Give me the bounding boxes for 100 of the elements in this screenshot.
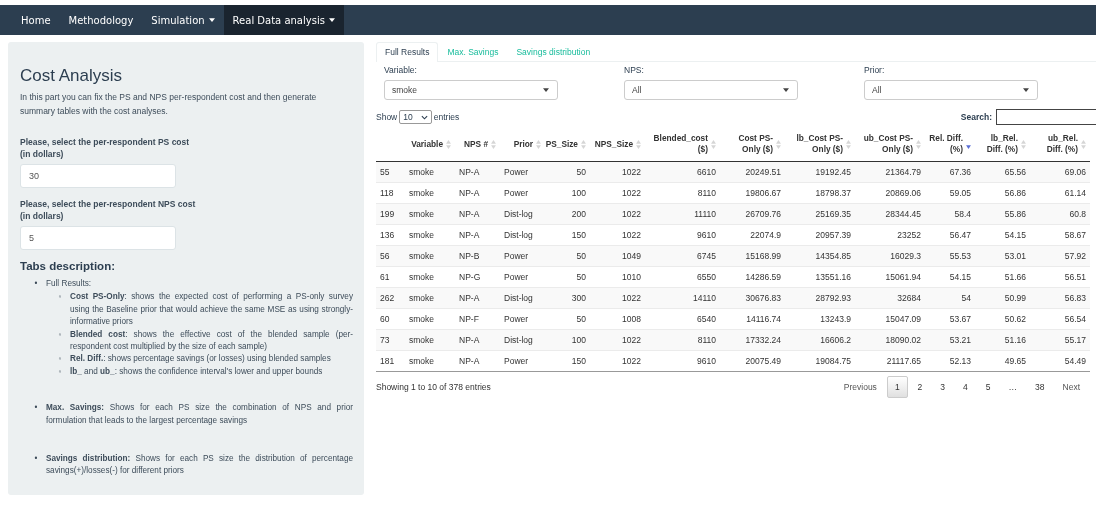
table-cell: smoke [405,203,455,225]
search-label: Search: [960,112,992,122]
page-button[interactable]: 4 [955,376,976,398]
row-label: 181 [376,350,405,372]
table-cell: 15047.09 [855,308,925,330]
page-button[interactable]: 1 [886,376,908,398]
table-cell: 30676.83 [720,287,785,309]
dropdown[interactable]: All [864,80,1038,100]
table-cell: 60.8 [1030,203,1090,225]
table-cell: 58.67 [1030,224,1090,246]
table-cell: 9610 [645,350,720,372]
nav-link[interactable]: Real Data analysis [223,5,344,35]
table-cell: 1022 [590,350,645,372]
nav-link[interactable]: Methodology [59,5,143,35]
bullet-marker: ◦ [57,353,63,366]
table-cell: 22074.9 [720,224,785,246]
bullet-marker: • [33,453,39,466]
table-info: Showing 1 to 10 of 378 entries [376,382,491,392]
table-cell: 1022 [590,203,645,225]
page-button[interactable]: 38 [1027,376,1053,398]
column-header[interactable]: Cost PS-Only ($) [724,133,773,155]
table-cell: 11110 [645,203,720,225]
row-label: 60 [376,308,405,330]
table-cell: 28344.45 [855,203,925,225]
column-header[interactable]: Prior [513,138,533,150]
number-field[interactable]: 5 [20,226,176,250]
table-cell: 54.15 [925,266,975,288]
table-cell: 26709.76 [720,203,785,225]
nav-link[interactable]: Simulation [142,5,224,35]
column-header[interactable]: ub_Cost PS-Only ($) [859,133,913,155]
column-header[interactable]: lb_Cost PS-Only ($) [789,133,843,155]
table-cell: 20249.51 [720,161,785,183]
table-cell: 200 [545,203,590,225]
table-cell: 56.54 [1030,308,1090,330]
column-header[interactable]: lb_Rel. Diff. (%) [979,133,1018,155]
filter-label: NPS: [624,64,645,75]
bullet-marker: ◦ [57,328,63,341]
table-cell: 13551.16 [785,266,855,288]
table-cell: 14286.59 [720,266,785,288]
table-cell: Dist-log [500,329,545,351]
table-cell: smoke [405,329,455,351]
column-header[interactable]: PS_Size [545,138,578,150]
table-cell: 1022 [590,224,645,246]
pagination-link[interactable]: Previous [835,376,885,398]
ellipsis-text[interactable]: … [1000,376,1026,398]
tab[interactable]: Full Results [376,42,439,62]
row-label: 136 [376,224,405,246]
table-cell: 6540 [645,308,720,330]
length-label: Show [376,112,398,122]
table-cell: 51.66 [975,266,1030,288]
search-field[interactable] [996,109,1096,125]
table-cell: 50.62 [975,308,1030,330]
list-text: Max. Savings: Shows for each PS size the combination of NPS and prior formulation that leads to the largest percentage savings [46,402,353,427]
filter-label: Prior: [864,64,886,75]
table-cell: 50 [545,266,590,288]
column-header[interactable]: Rel. Diff. (%) [929,133,963,155]
table-cell: smoke [405,308,455,330]
column-header[interactable]: Variable [411,138,443,150]
row-label: 262 [376,287,405,309]
section-title: Cost Analysis [20,66,124,86]
list-text: Rel. Diff.: shows percentage savings (or losses) using blended samples [70,353,332,366]
table-cell: 53.01 [975,245,1030,267]
table-cell: smoke [405,161,455,183]
table-cell: 32684 [855,287,925,309]
table-cell: 6745 [645,245,720,267]
table-cell: NP-F [455,308,500,330]
page-button[interactable]: 3 [932,376,954,398]
intro-text: In this part you can fix the PS and NPS per-respondent cost and then generate summary tables with the cost analyses. [20,91,318,118]
table-cell: 100 [545,329,590,351]
table-cell: 55.53 [925,245,975,267]
table-cell: NP-A [455,287,500,309]
table-cell: 14354.85 [785,245,855,267]
nav-link[interactable]: Home [12,5,60,35]
dropdown[interactable]: smoke [384,80,558,100]
table-cell: 16029.3 [855,245,925,267]
table-cell: NP-G [455,266,500,288]
row-label: 55 [376,161,405,183]
number-field[interactable]: 30 [20,164,176,188]
page-button[interactable]: 5 [977,376,999,398]
dropdown[interactable]: All [624,80,798,100]
pagination-link[interactable]: Next [1054,376,1088,398]
page-button[interactable]: 2 [909,376,931,398]
table-cell: 9610 [645,224,720,246]
table-cell: 50 [545,161,590,183]
column-header[interactable]: NPS # [464,138,488,150]
caret-icon [783,88,789,92]
column-header[interactable]: NPS_Size [594,138,633,150]
column-header[interactable]: Blended_cost ($) [649,133,708,155]
table-cell: 16606.2 [785,329,855,351]
table-cell: 56.51 [1030,266,1090,288]
list-text: lb_ and ub_: shows the confidence interval's lower and upper bounds [70,365,324,378]
table-cell: Power [500,308,545,330]
column-header[interactable]: ub_Rel. Diff. (%) [1034,133,1078,155]
row-label: 73 [376,329,405,351]
page-length-select[interactable]: 10 [399,110,432,124]
filter-label: Variable: [384,64,418,75]
bullet-marker: ◦ [57,365,63,378]
table-cell: 56.83 [1030,287,1090,309]
table-cell: 19806.67 [720,182,785,204]
table-cell: NP-A [455,224,500,246]
